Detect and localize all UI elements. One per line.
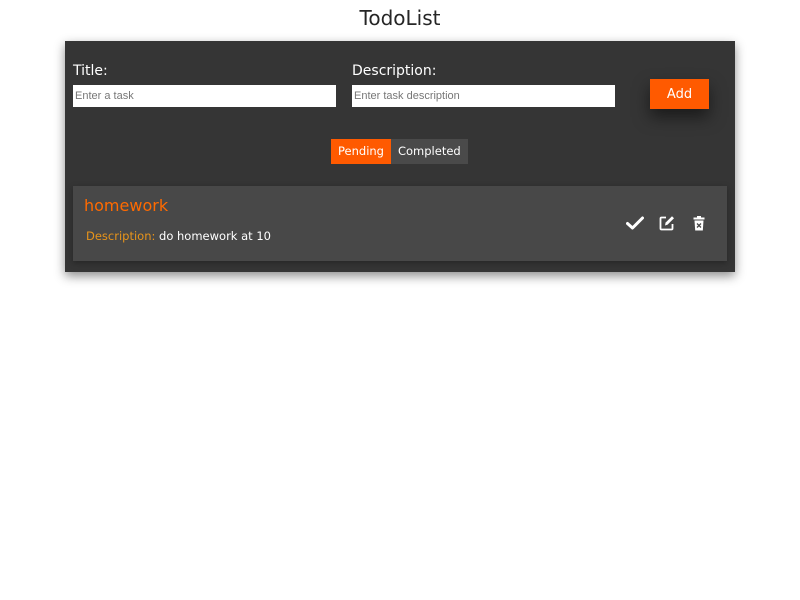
delete-button[interactable] (689, 213, 709, 233)
tab-pending[interactable]: Pending (331, 139, 391, 164)
title-input[interactable] (73, 85, 336, 107)
status-tabs: Pending Completed (331, 139, 468, 164)
check-icon (626, 216, 644, 230)
edit-icon (659, 215, 675, 231)
todo-description: Description: do homework at 10 (86, 229, 271, 243)
add-button[interactable]: Add (650, 79, 709, 109)
app-title: TodoList (359, 6, 441, 30)
title-label: Title: (73, 63, 108, 79)
todo-item: homework Description: do homework at 10 (73, 186, 727, 261)
description-field-group: Description: (352, 63, 615, 107)
todo-description-label: Description: (86, 229, 156, 243)
todo-title: homework (84, 196, 169, 215)
edit-button[interactable] (657, 213, 677, 233)
delete-icon (693, 215, 705, 231)
complete-button[interactable] (625, 213, 645, 233)
todo-description-text: do homework at 10 (159, 229, 271, 243)
todo-panel: Title: Description: Add Pending Complete… (65, 41, 735, 272)
tab-completed[interactable]: Completed (390, 139, 468, 164)
todo-actions (625, 213, 709, 233)
description-label: Description: (352, 63, 437, 79)
title-field-group: Title: (73, 63, 336, 107)
description-input[interactable] (352, 85, 615, 107)
